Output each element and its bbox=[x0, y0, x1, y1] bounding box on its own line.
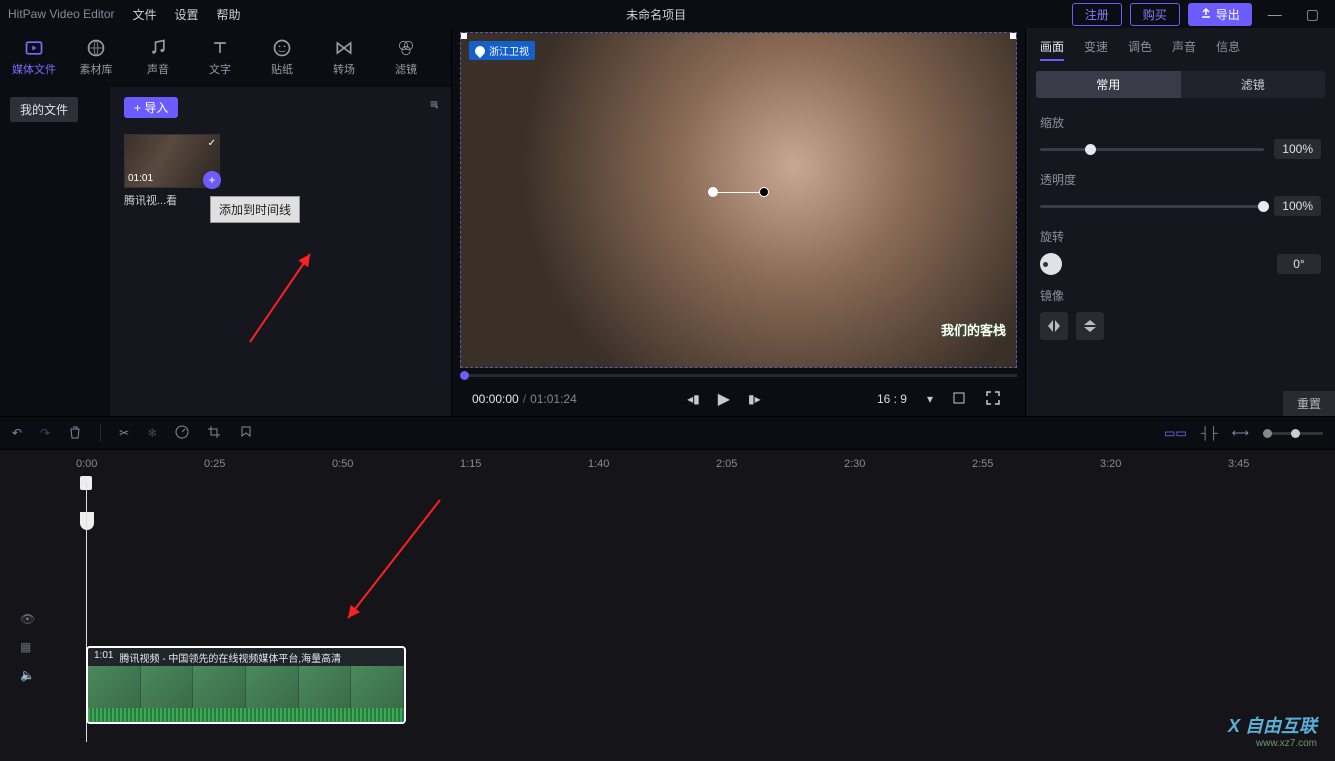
marker-button[interactable] bbox=[239, 425, 253, 442]
crop-button[interactable] bbox=[207, 425, 221, 442]
aspect-ratio[interactable]: 16 : 9 bbox=[877, 392, 907, 406]
sort-icon[interactable]: ≡↓ bbox=[430, 97, 437, 111]
thumb-title: 腾讯视...看 bbox=[124, 192, 220, 208]
view-mode-3[interactable]: ⟷ bbox=[1232, 426, 1249, 440]
check-icon: ✓ bbox=[208, 138, 216, 149]
category-tabs: 媒体文件 素材库 声音 文字 贴纸 转场 滤镜 bbox=[0, 28, 451, 87]
clip-waveform bbox=[88, 708, 404, 724]
prop-tab-info[interactable]: 信息 bbox=[1216, 38, 1240, 61]
menu-help[interactable]: 帮助 bbox=[217, 6, 241, 23]
media-thumbnail[interactable]: ✓ 01:01 + 腾讯视...看 bbox=[124, 134, 220, 208]
opacity-slider[interactable] bbox=[1040, 205, 1264, 208]
prop-tab-speed[interactable]: 变速 bbox=[1084, 38, 1108, 61]
minimize-button[interactable]: — bbox=[1260, 6, 1290, 22]
track-audio-icon[interactable]: 🔈 bbox=[20, 668, 86, 682]
folder-my-files[interactable]: 我的文件 bbox=[10, 97, 78, 122]
tab-stock[interactable]: 素材库 bbox=[66, 34, 126, 81]
scale-label: 缩放 bbox=[1040, 114, 1321, 131]
freeze-button[interactable]: ❄ bbox=[147, 426, 157, 440]
tab-media[interactable]: 媒体文件 bbox=[4, 34, 64, 81]
media-panel: 媒体文件 素材库 声音 文字 贴纸 转场 滤镜 我的文件 + 导入 ≡↓ ✓ 0… bbox=[0, 28, 452, 416]
next-frame-button[interactable]: ▮▸ bbox=[744, 392, 765, 406]
time-ruler[interactable]: 0:00 0:25 0:50 1:15 1:40 2:05 2:30 2:55 … bbox=[0, 450, 1335, 482]
ratio-dropdown-icon[interactable]: ▾ bbox=[923, 392, 937, 406]
subtab-common[interactable]: 常用 bbox=[1036, 71, 1181, 98]
thumb-duration: 01:01 bbox=[128, 173, 153, 184]
preview-panel: 浙江卫视 我们的客栈 00:00:00/01:01:24 ◂▮ ▶ ▮▸ 16 … bbox=[452, 28, 1025, 416]
mirror-vertical-button[interactable] bbox=[1076, 312, 1104, 340]
watermark: X 自由互联 www.xz7.com bbox=[1228, 712, 1317, 749]
rotation-bar[interactable] bbox=[712, 192, 766, 193]
tab-filter[interactable]: 滤镜 bbox=[376, 34, 436, 81]
menu-file[interactable]: 文件 bbox=[133, 6, 157, 23]
speed-button[interactable] bbox=[175, 425, 189, 442]
menu-settings[interactable]: 设置 bbox=[175, 6, 199, 23]
scale-value[interactable]: 100% bbox=[1274, 139, 1321, 159]
playhead-scissor[interactable] bbox=[80, 512, 94, 530]
show-logo: 我们的客栈 bbox=[941, 320, 1006, 339]
prev-frame-button[interactable]: ◂▮ bbox=[683, 392, 704, 406]
rotation-anchor[interactable] bbox=[708, 187, 718, 197]
view-mode-1[interactable]: ▭▭ bbox=[1164, 426, 1187, 440]
titlebar: HitPaw Video Editor 文件 设置 帮助 未命名项目 注册 购买… bbox=[0, 0, 1335, 28]
undo-button[interactable]: ↶ bbox=[12, 426, 22, 440]
media-sidebar: 我的文件 bbox=[0, 87, 110, 416]
track-visibility-icon[interactable]: 👁 bbox=[20, 612, 86, 626]
fullscreen-button[interactable] bbox=[981, 390, 1005, 409]
opacity-value[interactable]: 100% bbox=[1274, 196, 1321, 216]
reset-button[interactable]: 重置 bbox=[1283, 391, 1335, 416]
prop-tab-audio[interactable]: 声音 bbox=[1172, 38, 1196, 61]
maximize-button[interactable]: ▢ bbox=[1298, 6, 1327, 23]
scale-slider[interactable] bbox=[1040, 148, 1264, 151]
tooltip: 添加到时间线 bbox=[210, 196, 300, 223]
subtab-filter[interactable]: 滤镜 bbox=[1181, 71, 1326, 98]
mirror-horizontal-button[interactable] bbox=[1040, 312, 1068, 340]
rotation-knob[interactable] bbox=[1040, 253, 1062, 275]
timeline-clip[interactable]: 1:01 腾讯视频 - 中国领先的在线视频媒体平台,海量高清 bbox=[86, 646, 406, 724]
tab-audio[interactable]: 声音 bbox=[128, 34, 188, 81]
register-button[interactable]: 注册 bbox=[1072, 3, 1122, 26]
play-button[interactable]: ▶ bbox=[714, 389, 734, 409]
export-button[interactable]: 导出 bbox=[1188, 3, 1252, 26]
import-button[interactable]: + 导入 bbox=[124, 97, 178, 118]
rotation-handle[interactable] bbox=[759, 187, 769, 197]
tab-text[interactable]: 文字 bbox=[190, 34, 250, 81]
prop-tab-color[interactable]: 调色 bbox=[1128, 38, 1152, 61]
clip-title: 腾讯视频 - 中国领先的在线视频媒体平台,海量高清 bbox=[119, 650, 341, 664]
time-current: 00:00:00 bbox=[472, 392, 519, 406]
rotation-value[interactable]: 0° bbox=[1277, 254, 1321, 274]
channel-logo: 浙江卫视 bbox=[469, 41, 535, 60]
cut-button[interactable]: ✂ bbox=[119, 426, 129, 440]
crop-button[interactable] bbox=[947, 390, 971, 409]
time-total: 01:01:24 bbox=[530, 392, 577, 406]
properties-panel: 画面 变速 调色 声音 信息 常用 滤镜 缩放 100% 透明度 100% 旋转 bbox=[1025, 28, 1335, 416]
tab-sticker[interactable]: 贴纸 bbox=[252, 34, 312, 81]
track-type-icon: ▦ bbox=[20, 640, 86, 654]
resize-handle-tl[interactable] bbox=[460, 32, 467, 39]
clip-duration: 1:01 bbox=[94, 650, 113, 664]
edit-toolbar: ↶ ↷ ✂ ❄ ▭▭ ┤├ ⟷ bbox=[0, 416, 1335, 450]
main-menu: 文件 设置 帮助 bbox=[133, 6, 241, 23]
buy-button[interactable]: 购买 bbox=[1130, 3, 1180, 26]
timeline: 0:00 0:25 0:50 1:15 1:40 2:05 2:30 2:55 … bbox=[0, 450, 1335, 761]
app-name: HitPaw Video Editor bbox=[8, 7, 115, 21]
project-title: 未命名项目 bbox=[259, 6, 1054, 23]
scrubber[interactable] bbox=[460, 368, 1017, 382]
resize-handle-tr[interactable] bbox=[1010, 32, 1017, 39]
prop-tab-video[interactable]: 画面 bbox=[1040, 38, 1064, 61]
rotation-label: 旋转 bbox=[1040, 228, 1321, 245]
media-list: + 导入 ≡↓ ✓ 01:01 + 腾讯视...看 bbox=[110, 87, 451, 416]
opacity-label: 透明度 bbox=[1040, 171, 1321, 188]
view-mode-2[interactable]: ┤├ bbox=[1201, 426, 1218, 440]
video-canvas[interactable]: 浙江卫视 我们的客栈 bbox=[460, 32, 1017, 368]
tab-transition[interactable]: 转场 bbox=[314, 34, 374, 81]
zoom-slider[interactable] bbox=[1263, 432, 1323, 435]
add-to-timeline-button[interactable]: + bbox=[203, 171, 221, 189]
mirror-label: 镜像 bbox=[1040, 287, 1321, 304]
redo-button[interactable]: ↷ bbox=[40, 426, 50, 440]
delete-button[interactable] bbox=[68, 425, 82, 442]
playback-bar: 00:00:00/01:01:24 ◂▮ ▶ ▮▸ 16 : 9 ▾ bbox=[460, 382, 1017, 416]
